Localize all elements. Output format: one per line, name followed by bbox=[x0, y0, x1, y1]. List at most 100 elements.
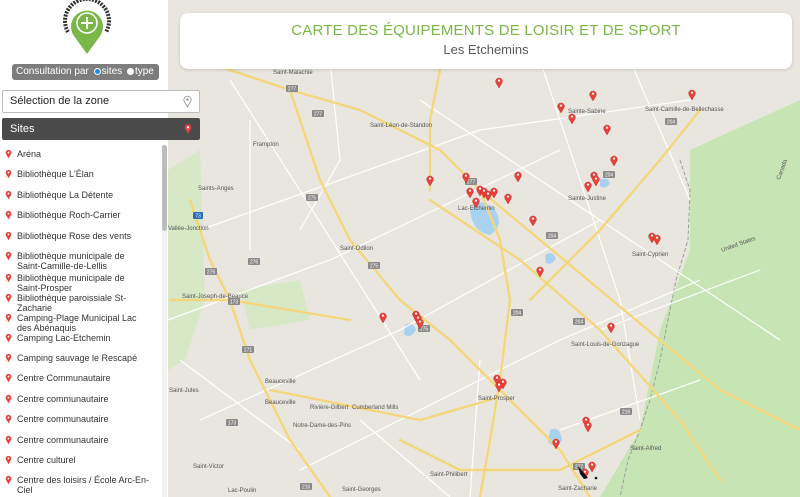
map-pin-icon bbox=[5, 455, 12, 465]
sidebar: Consultation par sites type Aréna Bibliot… bbox=[0, 0, 168, 497]
map-pin-icon bbox=[5, 435, 12, 445]
site-name: Bibliothèque paroissiale St-Zacharie bbox=[17, 293, 127, 313]
site-list-item[interactable]: Camping-Plage Municipal Lac des Abénaqui… bbox=[0, 313, 150, 333]
route-shield: 73 bbox=[195, 214, 201, 220]
map-pin-icon bbox=[5, 333, 12, 343]
mode-radio-sites[interactable] bbox=[93, 68, 101, 75]
map-pin-icon bbox=[5, 273, 12, 283]
site-list-item[interactable]: Bibliothèque La Détente bbox=[0, 190, 150, 200]
map-pin-icon bbox=[5, 210, 12, 220]
site-list-item[interactable]: Camping sauvage le Rescapé bbox=[0, 353, 150, 363]
map-pin-icon bbox=[5, 293, 12, 303]
place-label: Saint-Georges bbox=[342, 487, 381, 493]
place-label: Frampton bbox=[253, 142, 279, 148]
site-name: Bibliothèque Roch-Carrier bbox=[17, 210, 121, 220]
mode-radio-type[interactable] bbox=[126, 68, 134, 75]
map-pin-icon bbox=[5, 475, 12, 485]
route-shield: 276 bbox=[250, 260, 259, 266]
site-name: Centre des loisirs / École Arc-En-Ciel bbox=[17, 475, 150, 495]
place-label: Cumberland Mills bbox=[352, 405, 398, 411]
map-pin-icon bbox=[5, 373, 12, 383]
place-label: Saint-Victor bbox=[193, 464, 224, 470]
site-name: Centre culturel bbox=[17, 455, 76, 465]
site-name: Camping Lac-Etchemin bbox=[17, 333, 111, 343]
cursor-dot bbox=[594, 476, 598, 480]
place-label: Saint-Malachie bbox=[273, 70, 313, 76]
place-label: Saint-Jules bbox=[169, 388, 199, 394]
place-label: Saint-Cyprien bbox=[632, 252, 668, 258]
site-list-item[interactable]: Bibliothèque municipale de Saint-Camille… bbox=[0, 251, 150, 271]
site-name: Bibliothèque L'Élan bbox=[17, 169, 94, 179]
site-list-item[interactable]: Bibliothèque L'Élan bbox=[0, 169, 150, 179]
site-list-item[interactable]: Centre communautaire bbox=[0, 435, 150, 445]
site-list-item[interactable]: Centre communautaire bbox=[0, 394, 150, 404]
route-shield: 277 bbox=[288, 87, 297, 93]
place-label: Saint-Philibert bbox=[430, 472, 468, 478]
place-label: Saints-Anges bbox=[198, 186, 234, 192]
map-title: CARTE DES ÉQUIPEMENTS DE LOISIR ET DE SP… bbox=[291, 22, 681, 39]
place-label: Saint-Alfred bbox=[630, 446, 661, 452]
site-list-item[interactable]: Aréna bbox=[0, 149, 150, 159]
map-pin-icon bbox=[184, 124, 192, 134]
place-label: Beauceville bbox=[265, 400, 296, 406]
map-pin-icon bbox=[5, 190, 12, 200]
route-shield: 173 bbox=[228, 421, 237, 427]
place-label: Beauceville bbox=[265, 379, 296, 385]
site-name: Bibliothèque municipale de Saint-Camille… bbox=[17, 251, 125, 271]
route-shield: 216 bbox=[302, 485, 311, 491]
site-list-item[interactable]: Camping Lac-Etchemin bbox=[0, 333, 150, 343]
mode-label: Consultation par bbox=[16, 66, 89, 77]
route-shield: 204 bbox=[667, 120, 676, 126]
place-label: Saint-Prosper bbox=[478, 396, 515, 402]
site-name: Camping-Plage Municipal Lac des Abénaqui… bbox=[17, 313, 137, 333]
mode-option-type[interactable]: type bbox=[135, 66, 154, 77]
site-name: Bibliothèque Rose des vents bbox=[17, 231, 132, 241]
place-label: Saint-Zacharie bbox=[558, 486, 598, 492]
site-name: Centre communautaire bbox=[17, 414, 109, 424]
place-label: Sainte-Sabine bbox=[568, 109, 606, 115]
route-shield: 277 bbox=[467, 180, 476, 186]
route-shield: 204 bbox=[605, 173, 614, 179]
map-pin-icon bbox=[5, 231, 12, 241]
site-list-item[interactable]: Centre Communautaire bbox=[0, 373, 150, 383]
title-card: CARTE DES ÉQUIPEMENTS DE LOISIR ET DE SP… bbox=[180, 13, 792, 69]
map-pin-icon bbox=[5, 313, 12, 323]
map-pin-icon bbox=[5, 414, 12, 424]
site-list-item[interactable]: Centre communautaire bbox=[0, 414, 150, 424]
sites-header-label: Sites bbox=[10, 123, 35, 135]
route-shield: 204 bbox=[575, 320, 584, 326]
route-shield: 216 bbox=[622, 410, 631, 416]
route-shield: 173 bbox=[230, 300, 239, 306]
app-logo-icon[interactable] bbox=[60, 0, 114, 56]
list-scrollbar-thumb[interactable] bbox=[162, 145, 167, 231]
route-shield: 204 bbox=[548, 234, 557, 240]
site-list-item[interactable]: Centre culturel bbox=[0, 455, 150, 465]
consultation-mode-bar: Consultation par sites type bbox=[12, 64, 159, 80]
place-label: Saint-Louis-de-Gonzague bbox=[571, 342, 640, 348]
map-subtitle: Les Etchemins bbox=[443, 42, 529, 57]
place-label: Vallée-Jonction bbox=[168, 226, 209, 232]
site-list-item[interactable]: Centre des loisirs / École Arc-En-Ciel bbox=[0, 475, 150, 495]
place-label: Notre-Dame-des-Pins bbox=[293, 423, 351, 429]
sites-header[interactable]: Sites bbox=[2, 118, 200, 140]
route-shield: 276 bbox=[207, 270, 216, 276]
place-label: Rivière-Gilbert bbox=[310, 405, 349, 411]
site-list-item[interactable]: Bibliothèque municipale de Saint-Prosper bbox=[0, 273, 150, 293]
route-shield: 275 bbox=[370, 264, 379, 270]
map-pin-outline-icon bbox=[183, 95, 192, 108]
map-pin-icon bbox=[5, 251, 12, 261]
map-pin-icon bbox=[5, 149, 12, 159]
route-shield: 277 bbox=[314, 112, 323, 118]
place-label: Saint-Odilon bbox=[340, 246, 373, 252]
place-label: Sainte-Justine bbox=[568, 196, 607, 202]
zone-select-input[interactable]: Sélection de la zone bbox=[2, 90, 200, 113]
site-list-item[interactable]: Bibliothèque paroissiale St-Zacharie bbox=[0, 293, 150, 313]
site-list-item[interactable]: Bibliothèque Rose des vents bbox=[0, 231, 150, 241]
site-list-item[interactable]: Bibliothèque Roch-Carrier bbox=[0, 210, 150, 220]
route-shield: 271 bbox=[244, 348, 253, 354]
route-shield: 204 bbox=[513, 311, 522, 317]
route-shield: 275 bbox=[308, 196, 317, 202]
mode-option-sites[interactable]: sites bbox=[102, 66, 123, 77]
place-label: Lac-Poulin bbox=[228, 488, 256, 494]
site-name: Bibliothèque La Détente bbox=[17, 190, 114, 200]
